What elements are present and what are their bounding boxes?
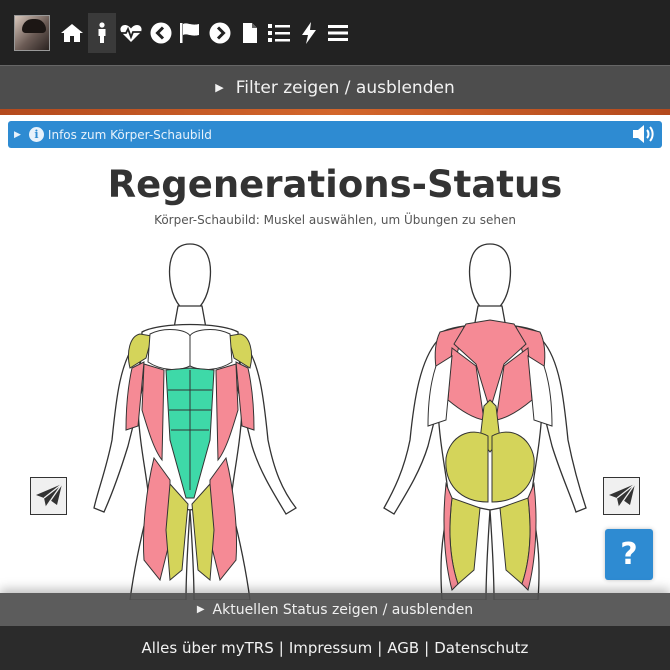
list-icon[interactable] (265, 13, 293, 53)
footer-link-privacy[interactable]: Datenschutz (434, 639, 528, 657)
avatar[interactable] (14, 14, 50, 51)
bolt-icon[interactable] (295, 13, 323, 53)
info-toggle-label: Infos zum Körper-Schaubild (47, 127, 212, 142)
info-toggle[interactable]: ▶ i Infos zum Körper-Schaubild (8, 121, 662, 148)
right-arm (537, 338, 587, 513)
footer-separator: | (377, 639, 383, 657)
top-navigation-bar (0, 0, 670, 65)
info-icon: i (28, 127, 44, 142)
muscle-left-chest[interactable] (147, 329, 191, 370)
status-toggle-label: Aktuellen Status zeigen / ausblenden (212, 601, 474, 618)
body-back-figure (383, 243, 587, 600)
footer-separator: | (278, 639, 284, 657)
footer-separator: | (424, 639, 430, 657)
triangle-right-icon: ▶ (14, 129, 21, 140)
share-button-right[interactable] (603, 477, 640, 515)
body-front-figure (93, 243, 297, 600)
muscle-right-chest[interactable] (189, 329, 233, 370)
status-toggle[interactable]: ▶ Aktuellen Status zeigen / ausblenden (0, 593, 670, 626)
share-button-left[interactable] (30, 477, 67, 515)
chevron-left-icon[interactable] (147, 13, 175, 53)
paper-plane-icon (608, 483, 636, 508)
file-icon[interactable] (236, 13, 264, 53)
head (168, 243, 212, 315)
home-icon[interactable] (58, 13, 86, 53)
left-arm (383, 338, 443, 515)
filter-toggle-label: Filter zeigen / ausblenden (235, 77, 455, 98)
paper-plane-icon (35, 483, 63, 508)
footer-link-imprint[interactable]: Impressum (289, 639, 372, 657)
menu-icon[interactable] (324, 13, 352, 53)
chevron-right-icon[interactable] (206, 13, 234, 53)
footer-link-terms[interactable]: AGB (387, 639, 419, 657)
accent-divider (0, 109, 670, 115)
triangle-right-icon: ▶ (196, 604, 205, 615)
speaker-icon[interactable] (632, 123, 656, 145)
page-title: Regenerations-Status (107, 163, 563, 206)
heartbeat-icon[interactable] (117, 13, 145, 53)
footer: Alles über myTRS | Impressum | AGB | Dat… (0, 626, 670, 670)
footer-link-about[interactable]: Alles über myTRS (142, 639, 274, 657)
page-subtitle: Körper-Schaubild: Muskel auswählen, um Ü… (154, 213, 516, 227)
head (468, 243, 512, 315)
triangle-right-icon: ▶ (215, 81, 224, 94)
help-button[interactable]: ? (605, 529, 653, 580)
person-icon[interactable] (87, 12, 116, 53)
filter-toggle[interactable]: ▶ Filter zeigen / ausblenden (0, 65, 670, 109)
flag-icon[interactable] (176, 13, 204, 53)
